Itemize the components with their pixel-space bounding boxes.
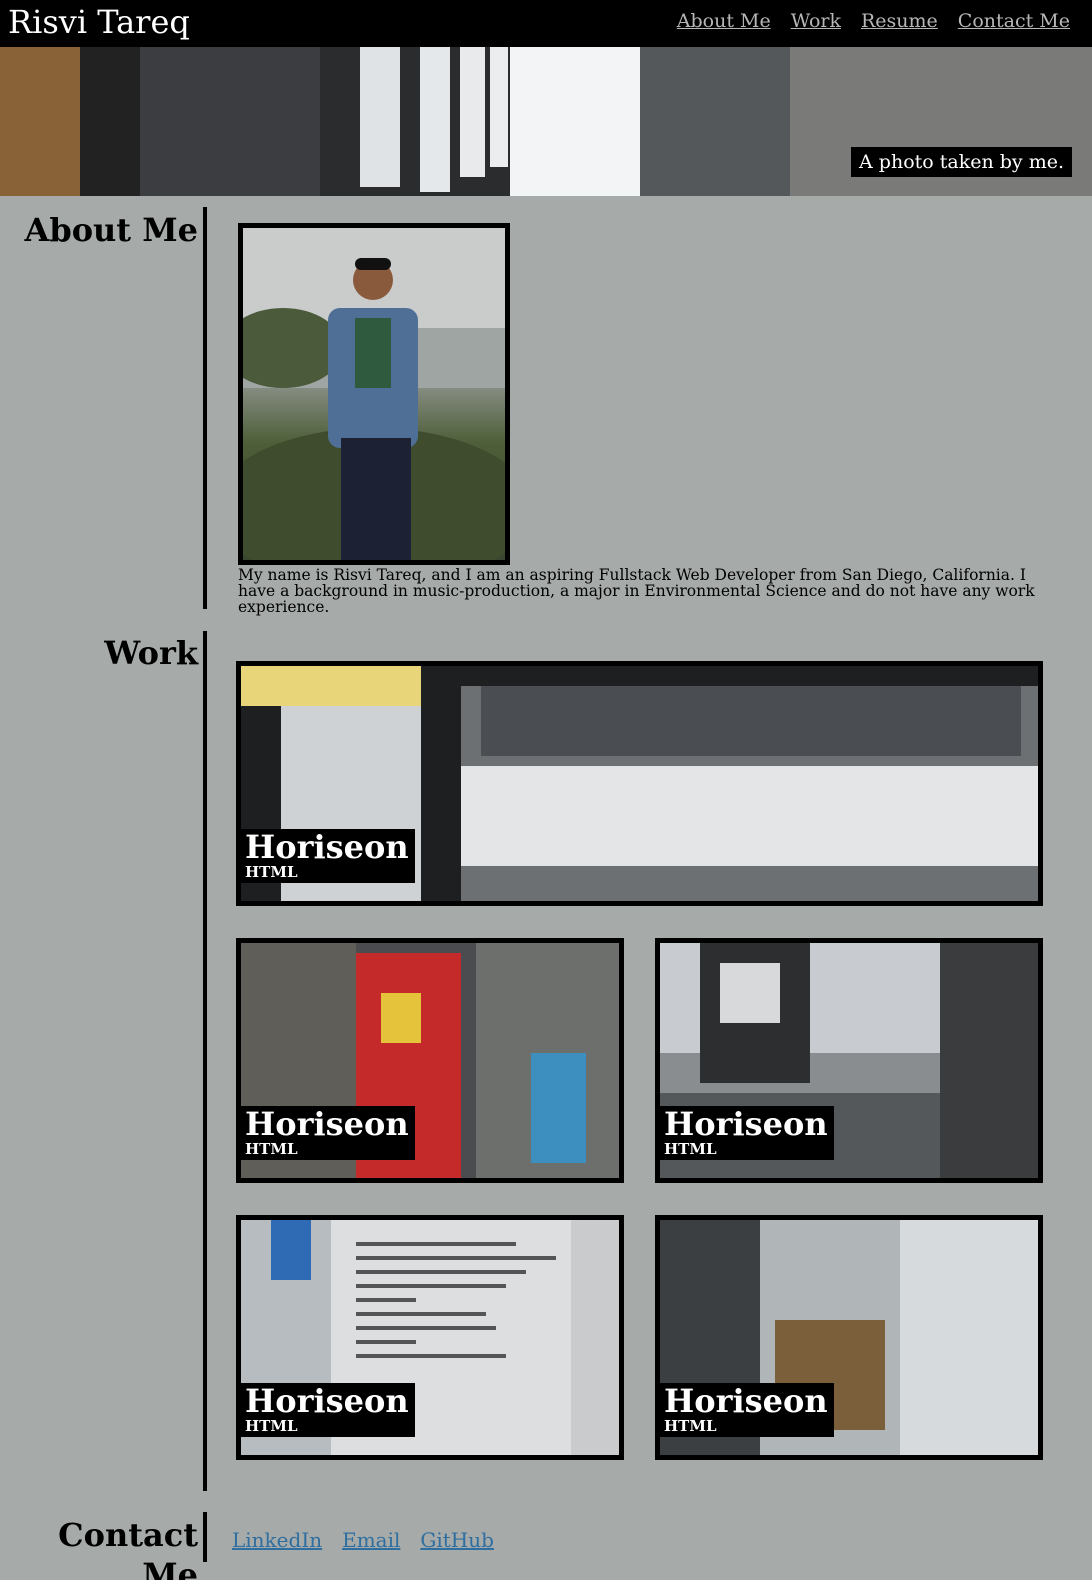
work-card-title: Horiseon (245, 1105, 409, 1143)
work-card-4[interactable]: Horiseon HTML (236, 1215, 624, 1460)
work-card-featured[interactable]: Horiseon HTML (236, 661, 1043, 906)
contact-links: LinkedIn Email GitHub (232, 1527, 494, 1553)
work-card-label: Horiseon HTML (241, 829, 415, 883)
nav-link-contact[interactable]: Contact Me (958, 8, 1070, 34)
work-card-label: Horiseon HTML (660, 1106, 834, 1160)
about-heading: About Me (24, 211, 198, 249)
work-card-3[interactable]: Horiseon HTML (655, 938, 1043, 1183)
email-link[interactable]: Email (342, 1527, 400, 1553)
linkedin-link[interactable]: LinkedIn (232, 1527, 322, 1553)
main-nav: About Me Work Resume Contact Me (677, 8, 1070, 34)
site-title: Risvi Tareq (8, 3, 190, 41)
profile-photo (238, 223, 510, 565)
hero-image: A photo taken by me. (0, 47, 1092, 196)
hero-caption: A photo taken by me. (851, 147, 1072, 177)
nav-link-work[interactable]: Work (791, 8, 841, 34)
work-divider (203, 631, 207, 1491)
about-divider (203, 207, 207, 609)
work-card-title: Horiseon (245, 1382, 409, 1420)
work-card-title: Horiseon (245, 828, 409, 866)
work-card-label: Horiseon HTML (660, 1383, 834, 1437)
nav-link-resume[interactable]: Resume (861, 8, 938, 34)
work-card-label: Horiseon HTML (241, 1106, 415, 1160)
nav-link-about[interactable]: About Me (677, 8, 771, 34)
work-card-2[interactable]: Horiseon HTML (236, 938, 624, 1183)
work-card-5[interactable]: Horiseon HTML (655, 1215, 1043, 1460)
contact-heading: Contact Me (58, 1516, 198, 1580)
contact-divider (203, 1512, 207, 1562)
work-heading: Work (104, 634, 198, 672)
site-header: Risvi Tareq About Me Work Resume Contact… (0, 0, 1092, 47)
about-description: My name is Risvi Tareq, and I am an aspi… (238, 566, 1035, 616)
work-card-title: Horiseon (664, 1382, 828, 1420)
profile-photo-illustration (243, 228, 505, 560)
github-link[interactable]: GitHub (420, 1527, 494, 1553)
work-card-title: Horiseon (664, 1105, 828, 1143)
work-card-label: Horiseon HTML (241, 1383, 415, 1437)
